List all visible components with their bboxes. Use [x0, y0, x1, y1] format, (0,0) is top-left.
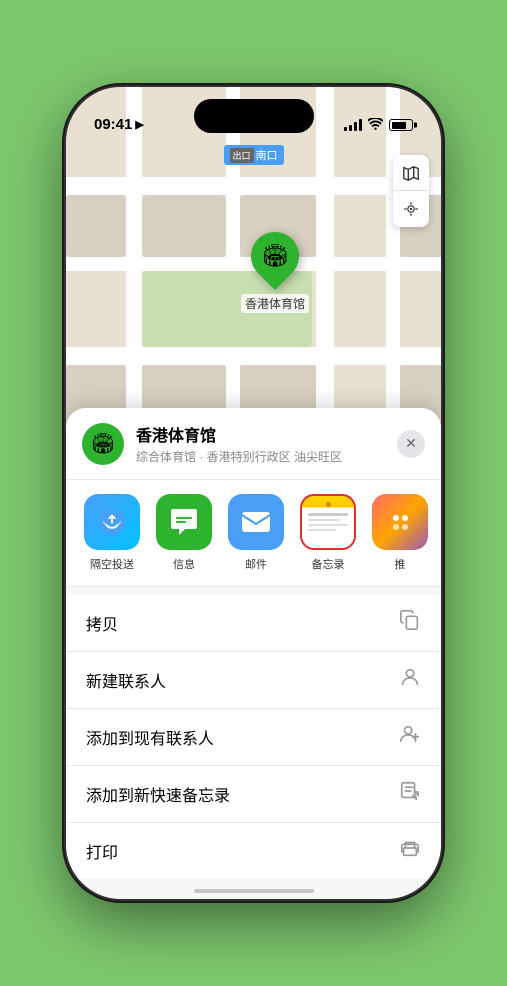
notes-icon	[300, 494, 356, 550]
signal-bars-icon	[344, 119, 362, 131]
airdrop-label: 隔空投送	[90, 556, 134, 572]
action-list: 拷贝 新建联系人 添加到现有联系人	[66, 595, 441, 879]
signal-bar-3	[354, 122, 357, 131]
label-text: 南口	[256, 147, 278, 163]
mail-label: 邮件	[245, 556, 267, 572]
new-contact-icon	[399, 666, 421, 694]
signal-bar-1	[344, 127, 347, 131]
venue-icon: 🏟	[82, 423, 124, 465]
map-controls	[393, 155, 429, 227]
venue-card: 🏟 香港体育馆 综合体育馆 · 香港特别行政区 油尖旺区 ✕	[66, 408, 441, 480]
copy-icon	[399, 609, 421, 637]
quick-note-icon	[399, 780, 421, 808]
action-add-quick-note[interactable]: 添加到新快速备忘录	[66, 766, 441, 823]
notes-line-3	[308, 524, 348, 526]
venue-info: 香港体育馆 综合体育馆 · 香港特别行政区 油尖旺区	[136, 422, 385, 465]
map-block-1	[142, 195, 226, 257]
action-print[interactable]: 打印	[66, 823, 441, 879]
share-app-messages[interactable]: 信息	[148, 494, 220, 572]
phone-frame: 09:41 ▶	[66, 87, 441, 899]
more-dots-row1	[393, 515, 408, 521]
more-icon	[372, 494, 428, 550]
pin-shape-container: 🏟	[248, 232, 302, 286]
notes-line-2	[308, 519, 340, 521]
phone-screen: 09:41 ▶	[66, 87, 441, 899]
signal-bar-4	[359, 119, 362, 131]
venue-description: 综合体育馆 · 香港特别行政区 油尖旺区	[136, 448, 385, 465]
dot3	[393, 524, 399, 530]
notes-header	[326, 496, 331, 509]
airdrop-icon	[84, 494, 140, 550]
signal-bar-2	[349, 125, 352, 131]
more-dots-row2	[393, 524, 408, 530]
action-quick-note-label: 添加到新快速备忘录	[86, 782, 230, 806]
battery-icon	[389, 119, 413, 131]
status-icons	[344, 117, 413, 133]
more-label: 推	[395, 556, 406, 572]
share-apps-row: 隔空投送 信息	[66, 480, 441, 587]
add-contact-icon	[399, 723, 421, 751]
messages-label: 信息	[173, 556, 195, 572]
dot4	[402, 524, 408, 530]
action-new-contact-label: 新建联系人	[86, 668, 166, 692]
notes-content	[302, 509, 354, 535]
venue-name: 香港体育馆	[136, 422, 385, 446]
mail-icon	[228, 494, 284, 550]
share-app-notes[interactable]: 备忘录	[292, 494, 364, 572]
print-icon	[399, 837, 421, 865]
share-app-airdrop[interactable]: 隔空投送	[76, 494, 148, 572]
notes-label: 备忘录	[312, 556, 345, 572]
map-label-north-exit: 出口 南口	[223, 145, 283, 165]
action-copy-label: 拷贝	[86, 611, 118, 635]
pin-inner-icon: 🏟	[261, 243, 289, 269]
map-block-7	[66, 195, 126, 257]
pin-label: 香港体育馆	[241, 294, 309, 313]
road-h-3	[66, 347, 441, 365]
messages-icon	[156, 494, 212, 550]
action-new-contact[interactable]: 新建联系人	[66, 652, 441, 709]
dot2	[402, 515, 408, 521]
status-time: 09:41 ▶	[94, 116, 144, 133]
battery-fill	[392, 122, 406, 129]
share-app-more[interactable]: 推	[364, 494, 436, 572]
bottom-sheet: 🏟 香港体育馆 综合体育馆 · 香港特别行政区 油尖旺区 ✕	[66, 408, 441, 899]
action-copy[interactable]: 拷贝	[66, 595, 441, 652]
action-print-label: 打印	[86, 839, 118, 863]
notes-dot	[326, 502, 331, 507]
dot1	[393, 515, 399, 521]
pin-shape: 🏟	[241, 222, 309, 290]
venue-close-button[interactable]: ✕	[397, 430, 425, 458]
road-h-1	[66, 177, 441, 195]
home-indicator	[194, 889, 314, 893]
location-arrow-icon: ▶	[135, 118, 143, 131]
share-app-mail[interactable]: 邮件	[220, 494, 292, 572]
location-button[interactable]	[393, 191, 429, 227]
action-add-existing-label: 添加到现有联系人	[86, 725, 214, 749]
notes-line-1	[308, 513, 348, 516]
more-dots	[393, 515, 408, 530]
label-box: 出口	[229, 148, 253, 163]
map-type-button[interactable]	[393, 155, 429, 191]
notes-line-4	[308, 529, 336, 531]
dynamic-island	[194, 99, 314, 133]
time-display: 09:41	[94, 116, 132, 133]
map-pin: 🏟 香港体育馆	[241, 232, 309, 313]
wifi-icon	[368, 117, 383, 133]
action-add-existing-contact[interactable]: 添加到现有联系人	[66, 709, 441, 766]
